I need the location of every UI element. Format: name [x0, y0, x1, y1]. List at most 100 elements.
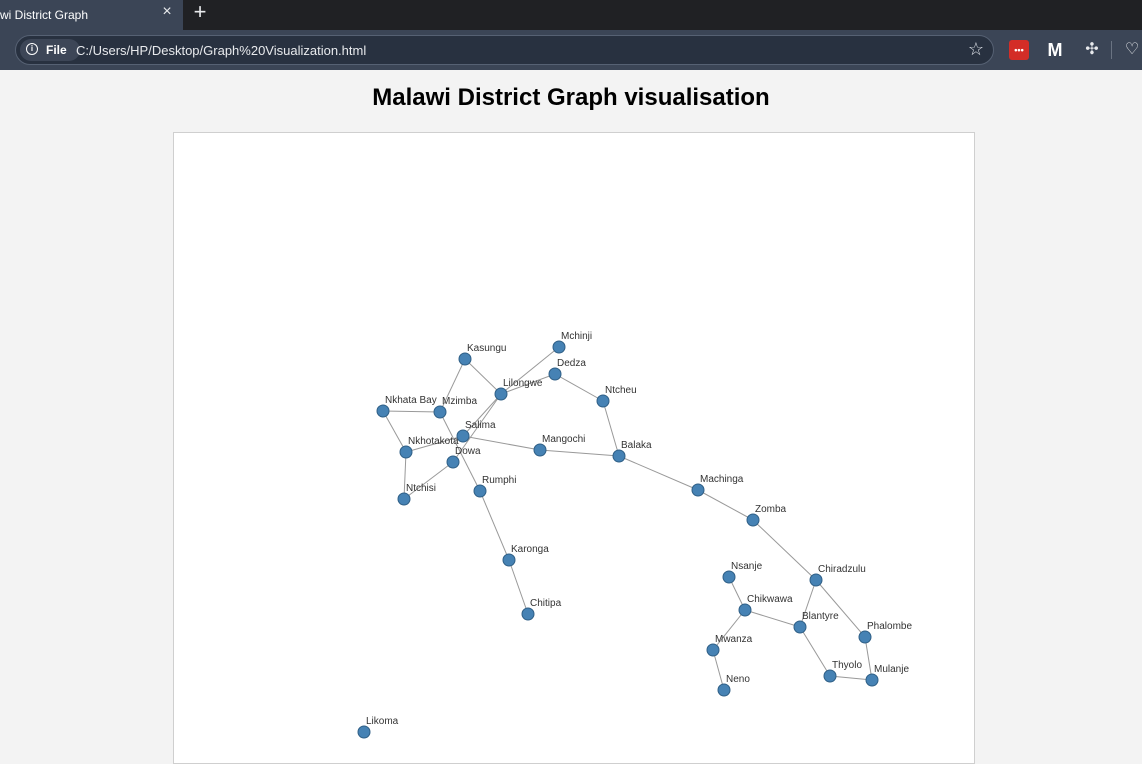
node-balaka[interactable]: Balaka	[612, 440, 652, 463]
node-chitipa[interactable]: Chitipa	[521, 598, 562, 621]
node-dedza[interactable]: Dedza	[548, 358, 586, 381]
node-machinga[interactable]: Machinga	[691, 474, 744, 497]
node-chikwawa[interactable]: Chikwawa	[738, 594, 793, 617]
close-icon[interactable]: ×	[160, 4, 174, 20]
edge-ntcheu-balaka	[602, 400, 620, 457]
node-phalombe[interactable]: Phalombe	[858, 621, 912, 644]
node-circle[interactable]	[722, 570, 736, 584]
node-circle[interactable]	[809, 573, 823, 587]
node-lilongwe[interactable]: Lilongwe	[494, 378, 543, 401]
node-nkhotakota[interactable]: Nkhotakota	[399, 436, 459, 459]
node-label: Ntchisi	[406, 483, 436, 494]
node-mzimba[interactable]: Mzimba	[433, 396, 477, 419]
browser-toolbar: i File C:/Users/HP/Desktop/Graph%20Visua…	[0, 30, 1142, 70]
node-circle[interactable]	[717, 683, 731, 697]
node-label: Zomba	[755, 504, 787, 515]
node-circle[interactable]	[548, 367, 562, 381]
node-label: Balaka	[621, 440, 652, 451]
edge-nkhata-bay-mzimba	[382, 410, 441, 413]
node-mulanje[interactable]: Mulanje	[865, 664, 909, 687]
node-label: Dedza	[557, 358, 586, 369]
edge-mangochi-balaka	[539, 449, 620, 457]
node-chiradzulu[interactable]: Chiradzulu	[809, 564, 866, 587]
node-circle[interactable]	[397, 492, 411, 506]
malwarebytes-icon[interactable]: M	[1045, 40, 1065, 60]
lastpass-icon[interactable]: •••	[1009, 40, 1029, 60]
node-neno[interactable]: Neno	[717, 674, 750, 697]
node-circle[interactable]	[691, 483, 705, 497]
node-label: Kasungu	[467, 343, 506, 354]
tab-title: wi District Graph	[0, 8, 89, 22]
plus-icon[interactable]: +	[190, 1, 210, 24]
node-label: Mulanje	[874, 664, 909, 675]
node-label: Mangochi	[542, 434, 585, 445]
health-icon[interactable]: ♡	[1122, 40, 1142, 60]
node-circle[interactable]	[738, 603, 752, 617]
edge-karonga-chitipa	[508, 559, 529, 615]
node-label: Chitipa	[530, 598, 562, 609]
node-circle[interactable]	[446, 455, 460, 469]
node-circle[interactable]	[473, 484, 487, 498]
node-label: Mwanza	[715, 634, 753, 645]
node-rumphi[interactable]: Rumphi	[473, 475, 516, 498]
node-circle[interactable]	[399, 445, 413, 459]
node-circle[interactable]	[456, 429, 470, 443]
node-circle[interactable]	[823, 669, 837, 683]
node-circle[interactable]	[552, 340, 566, 354]
node-label: Phalombe	[867, 621, 912, 632]
node-label: Ntcheu	[605, 385, 637, 396]
edge-balaka-machinga	[618, 455, 699, 491]
puzzle-icon[interactable]: ✣	[1082, 40, 1102, 60]
graph-nodes: Mchinji Kasungu Dedza Lilongwe Ntcheu Nkhata …	[357, 331, 912, 739]
node-label: Mchinji	[561, 331, 592, 342]
node-circle[interactable]	[858, 630, 872, 644]
node-circle[interactable]	[533, 443, 547, 457]
node-circle[interactable]	[706, 643, 720, 657]
node-label: Mzimba	[442, 396, 477, 407]
graph-container: Mchinji Kasungu Dedza Lilongwe Ntcheu Nkhata …	[173, 132, 975, 764]
node-circle[interactable]	[793, 620, 807, 634]
node-zomba[interactable]: Zomba	[746, 504, 787, 527]
node-karonga[interactable]: Karonga	[502, 544, 549, 567]
star-icon[interactable]: ☆	[967, 40, 985, 58]
node-label: Thyolo	[832, 660, 862, 671]
node-circle[interactable]	[746, 513, 760, 527]
node-nkhata-bay[interactable]: Nkhata Bay	[376, 395, 437, 418]
node-nsanje[interactable]: Nsanje	[722, 561, 763, 584]
node-mwanza[interactable]: Mwanza	[706, 634, 753, 657]
node-label: Nkhotakota	[408, 436, 459, 447]
node-circle[interactable]	[596, 394, 610, 408]
node-mchinji[interactable]: Mchinji	[552, 331, 592, 354]
node-label: Chikwawa	[747, 594, 793, 605]
edge-nkhata-bay-nkhotakota	[382, 410, 407, 453]
edge-blantyre-thyolo	[799, 626, 831, 677]
node-circle[interactable]	[865, 673, 879, 687]
node-label: Rumphi	[482, 475, 516, 486]
node-dowa[interactable]: Dowa	[446, 446, 481, 469]
node-blantyre[interactable]: Blantyre	[793, 611, 839, 634]
url-text[interactable]: C:/Users/HP/Desktop/Graph%20Visualizatio…	[76, 43, 366, 58]
node-label: Karonga	[511, 544, 549, 555]
node-circle[interactable]	[612, 449, 626, 463]
browser-tab[interactable]: wi District Graph ×	[0, 0, 183, 30]
edge-dedza-ntcheu	[554, 373, 604, 402]
edge-machinga-zomba	[697, 489, 754, 521]
node-label: Machinga	[700, 474, 744, 485]
node-label: Blantyre	[802, 611, 839, 622]
site-info-chip[interactable]: i File	[20, 39, 80, 61]
node-circle[interactable]	[433, 405, 447, 419]
node-kasungu[interactable]: Kasungu	[458, 343, 506, 366]
node-circle[interactable]	[521, 607, 535, 621]
node-label: Lilongwe	[503, 378, 543, 389]
node-circle[interactable]	[494, 387, 508, 401]
node-label: Nkhata Bay	[385, 395, 437, 406]
node-ntcheu[interactable]: Ntcheu	[596, 385, 637, 408]
node-circle[interactable]	[502, 553, 516, 567]
node-ntchisi[interactable]: Ntchisi	[397, 483, 436, 506]
node-likoma[interactable]: Likoma	[357, 716, 399, 739]
node-circle[interactable]	[376, 404, 390, 418]
node-circle[interactable]	[458, 352, 472, 366]
address-bar[interactable]: i File C:/Users/HP/Desktop/Graph%20Visua…	[15, 35, 994, 65]
graph-svg: Mchinji Kasungu Dedza Lilongwe Ntcheu Nkhata …	[357, 331, 912, 739]
node-circle[interactable]	[357, 725, 371, 739]
